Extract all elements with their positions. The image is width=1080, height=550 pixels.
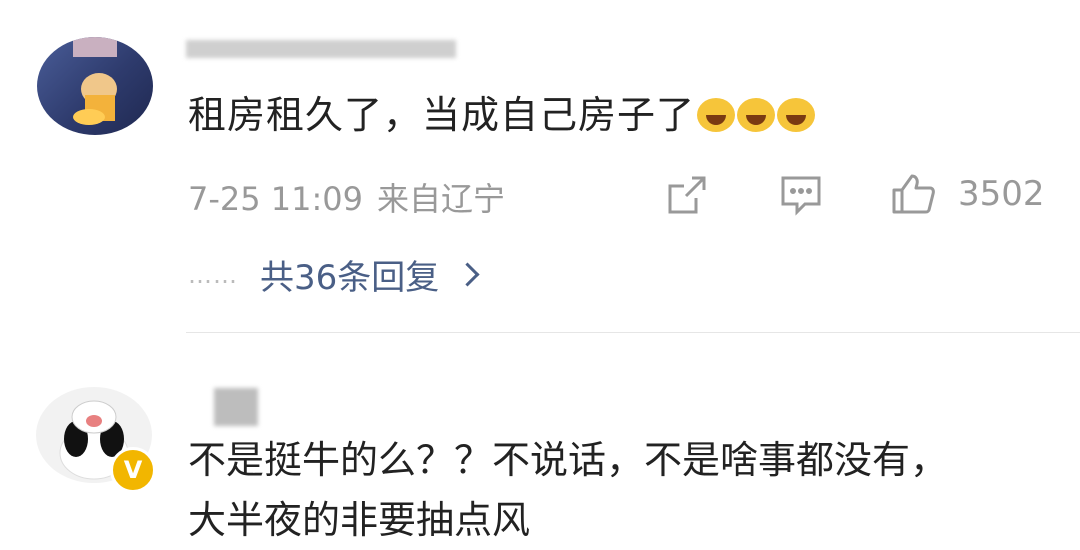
laugh-cry-emoji <box>777 98 816 132</box>
chevron-right-icon <box>455 262 480 287</box>
commenter-avatar[interactable] <box>37 37 153 135</box>
laugh-cry-emoji <box>697 98 736 132</box>
comment-location: 来自辽宁 <box>377 180 506 218</box>
username-blurred[interactable] <box>186 40 456 58</box>
comment-divider <box>186 332 1080 333</box>
comment-text: 租房租久了，当成自己房子了 <box>188 84 816 139</box>
comment-meta: 7-25 11:09 来自辽宁 <box>188 174 505 220</box>
like-count: 3502 <box>958 174 1045 214</box>
replies-dots: …… <box>188 260 238 289</box>
verified-badge: V <box>110 447 156 493</box>
view-replies-link[interactable]: …… 共36条回复 <box>188 250 480 299</box>
comment-text-line: 大半夜的非要抽点风 <box>188 498 531 542</box>
comment-text-line: 不是挺牛的么？？不说话，不是啥事都没有， <box>188 438 949 482</box>
replies-label: 共36条回复 <box>260 258 440 298</box>
like-icon[interactable] <box>890 172 936 216</box>
comment-icon[interactable] <box>779 174 823 216</box>
username-blurred[interactable] <box>214 388 258 426</box>
comment-text: 不是挺牛的么？？不说话，不是啥事都没有， 大半夜的非要抽点风 <box>188 430 948 550</box>
share-icon[interactable] <box>666 174 708 216</box>
laugh-cry-emoji <box>737 98 776 132</box>
comment-date: 7-25 11:09 <box>188 180 364 218</box>
